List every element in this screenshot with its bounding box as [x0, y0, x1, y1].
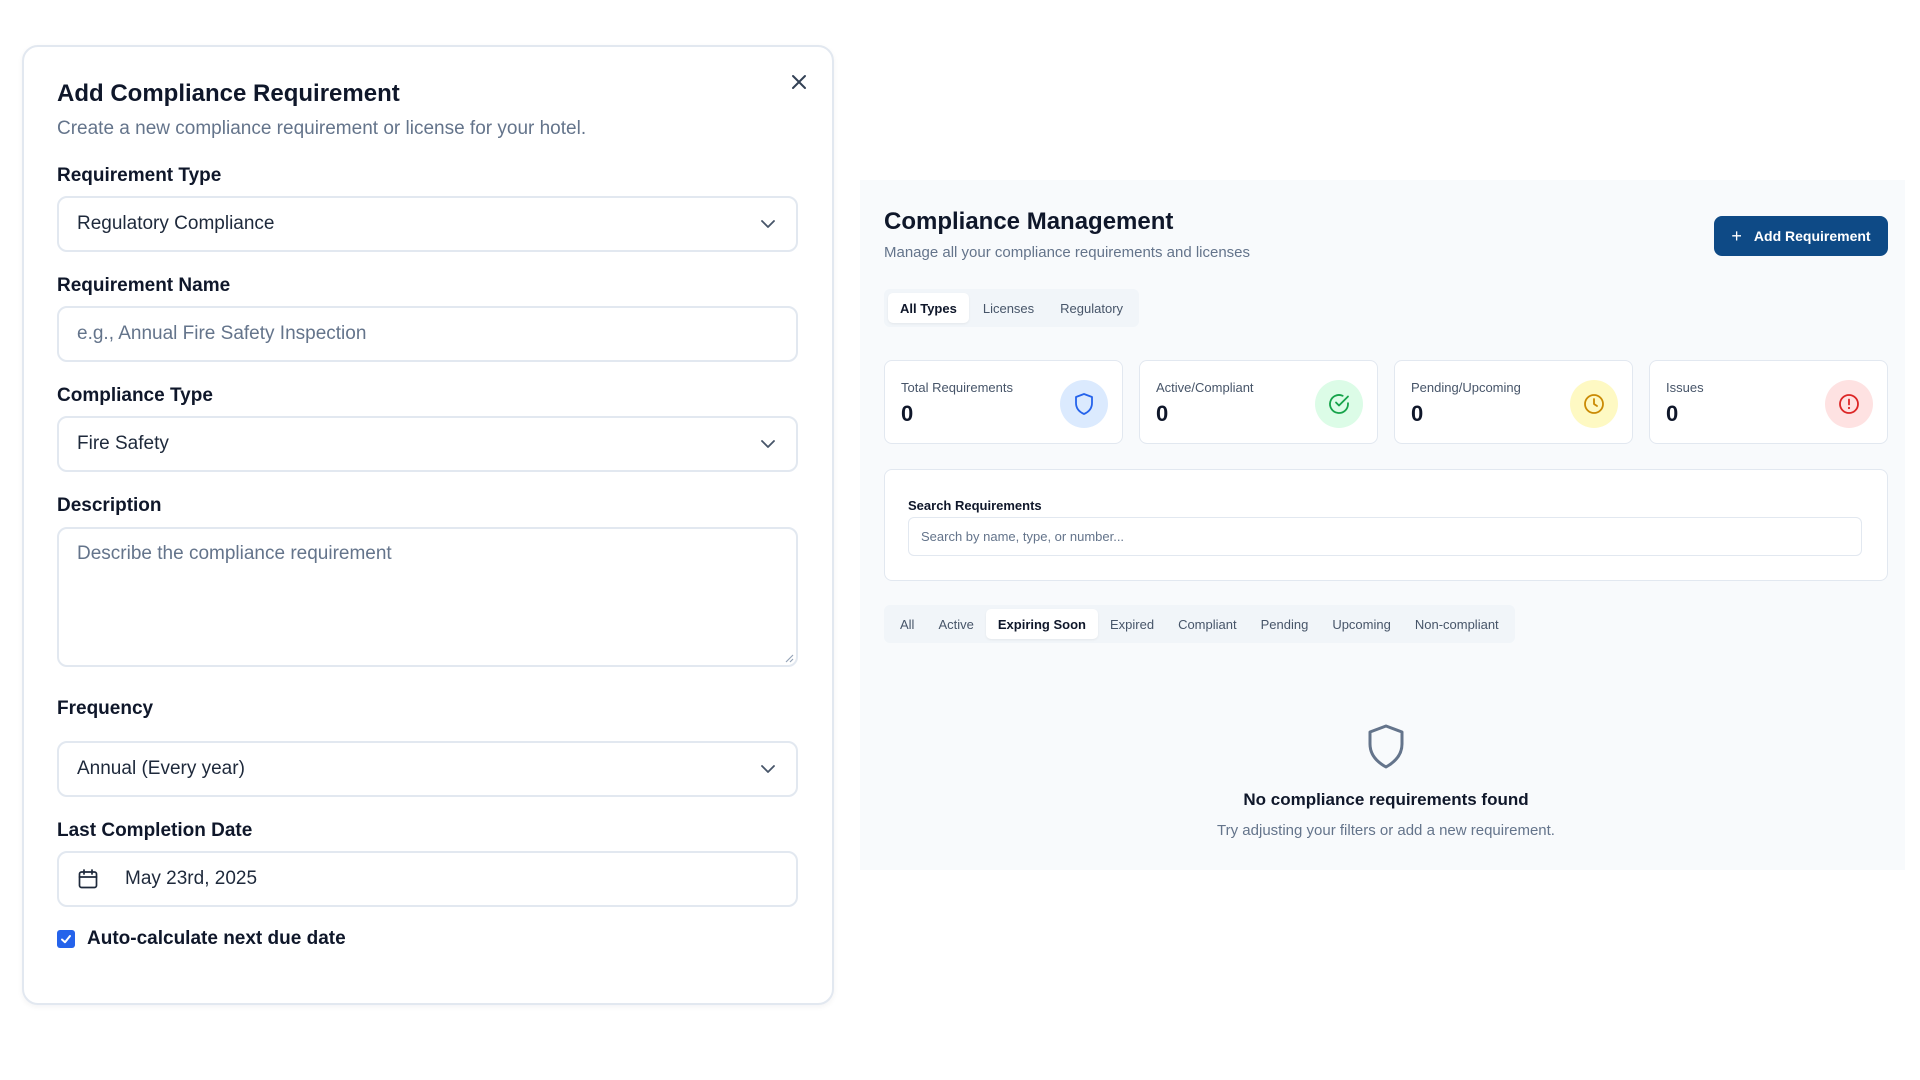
type-tabs: All Types Licenses Regulatory: [884, 289, 1140, 327]
tab-expiring-soon[interactable]: Expiring Soon: [985, 609, 1098, 639]
frequency-value: Annual (Every year): [77, 758, 245, 779]
stat-label: Issues: [1666, 380, 1704, 395]
plus-icon: +: [1731, 226, 1742, 246]
stat-value: 0: [1411, 401, 1424, 426]
calendar-icon: [77, 867, 101, 891]
requirement-type-select[interactable]: Regulatory Compliance: [57, 196, 798, 252]
description-placeholder: Describe the compliance requirement: [77, 543, 392, 564]
requirement-type-label: Requirement Type: [57, 165, 222, 186]
tab-non-compliant[interactable]: Non-compliant: [1403, 609, 1511, 639]
compliance-type-label: Compliance Type: [57, 385, 213, 406]
stat-label: Active/Compliant: [1156, 380, 1254, 395]
requirement-name-placeholder: e.g., Annual Fire Safety Inspection: [77, 323, 367, 344]
modal-title: Add Compliance Requirement: [57, 80, 400, 107]
check-circle-icon: [1315, 380, 1363, 428]
last-completion-date-picker[interactable]: May 23rd, 2025: [57, 851, 798, 907]
auto-calculate-label: Auto-calculate next due date: [87, 928, 346, 949]
stat-card-active: Active/Compliant 0: [1139, 360, 1378, 444]
stat-label: Pending/Upcoming: [1411, 380, 1521, 395]
requirement-name-input[interactable]: e.g., Annual Fire Safety Inspection: [57, 306, 798, 362]
status-tabs: All Active Expiring Soon Expired Complia…: [884, 605, 1515, 643]
requirement-type-value: Regulatory Compliance: [77, 213, 275, 234]
tab-regulatory[interactable]: Regulatory: [1048, 293, 1135, 323]
close-button[interactable]: [784, 67, 814, 97]
stat-value: 0: [1156, 401, 1169, 426]
last-completion-date-label: Last Completion Date: [57, 820, 253, 841]
page-title: Compliance Management: [884, 208, 1174, 235]
compliance-type-select[interactable]: Fire Safety: [57, 416, 798, 472]
chevron-down-icon: [758, 434, 778, 454]
search-input[interactable]: [908, 517, 1862, 556]
checkmark-icon: [61, 935, 71, 944]
auto-calculate-row[interactable]: Auto-calculate next due date: [57, 928, 346, 950]
tab-pending[interactable]: Pending: [1249, 609, 1321, 639]
tab-all-types[interactable]: All Types: [888, 293, 969, 323]
frequency-label: Frequency: [57, 698, 154, 719]
shield-icon: [1368, 724, 1404, 769]
search-label: Search Requirements: [908, 498, 1042, 513]
auto-calculate-checkbox[interactable]: [57, 930, 75, 948]
shield-icon: [1060, 380, 1108, 428]
compliance-type-value: Fire Safety: [77, 433, 169, 454]
frequency-select[interactable]: Annual (Every year): [57, 741, 798, 797]
stat-label: Total Requirements: [901, 380, 1013, 395]
stat-card-total: Total Requirements 0: [884, 360, 1123, 444]
empty-state-subtitle: Try adjusting your filters or add a new …: [1217, 822, 1555, 839]
description-label: Description: [57, 495, 162, 516]
tab-upcoming[interactable]: Upcoming: [1320, 609, 1403, 639]
resize-grip-icon[interactable]: [782, 651, 794, 663]
requirement-name-label: Requirement Name: [57, 275, 231, 296]
close-icon: [792, 75, 806, 89]
page-subtitle: Manage all your compliance requirements …: [884, 244, 1251, 261]
stat-card-pending: Pending/Upcoming 0: [1394, 360, 1633, 444]
clock-icon: [1570, 380, 1618, 428]
alert-circle-icon: [1825, 380, 1873, 428]
chevron-down-icon: [758, 214, 778, 234]
last-completion-date-value: May 23rd, 2025: [125, 868, 258, 889]
stat-value: 0: [901, 401, 914, 426]
add-requirement-button[interactable]: + Add Requirement: [1714, 216, 1888, 256]
tab-active[interactable]: Active: [926, 609, 985, 639]
tab-compliant[interactable]: Compliant: [1166, 609, 1249, 639]
description-textarea[interactable]: Describe the compliance requirement: [57, 527, 798, 667]
empty-state-title: No compliance requirements found: [1243, 790, 1529, 809]
modal-subtitle: Create a new compliance requirement or l…: [57, 118, 587, 139]
add-requirement-label: Add Requirement: [1753, 228, 1871, 244]
stat-card-issues: Issues 0: [1649, 360, 1888, 444]
tab-licenses[interactable]: Licenses: [971, 293, 1046, 323]
tab-all[interactable]: All: [888, 609, 926, 639]
stat-value: 0: [1666, 401, 1679, 426]
chevron-down-icon: [758, 759, 778, 779]
tab-expired[interactable]: Expired: [1098, 609, 1166, 639]
